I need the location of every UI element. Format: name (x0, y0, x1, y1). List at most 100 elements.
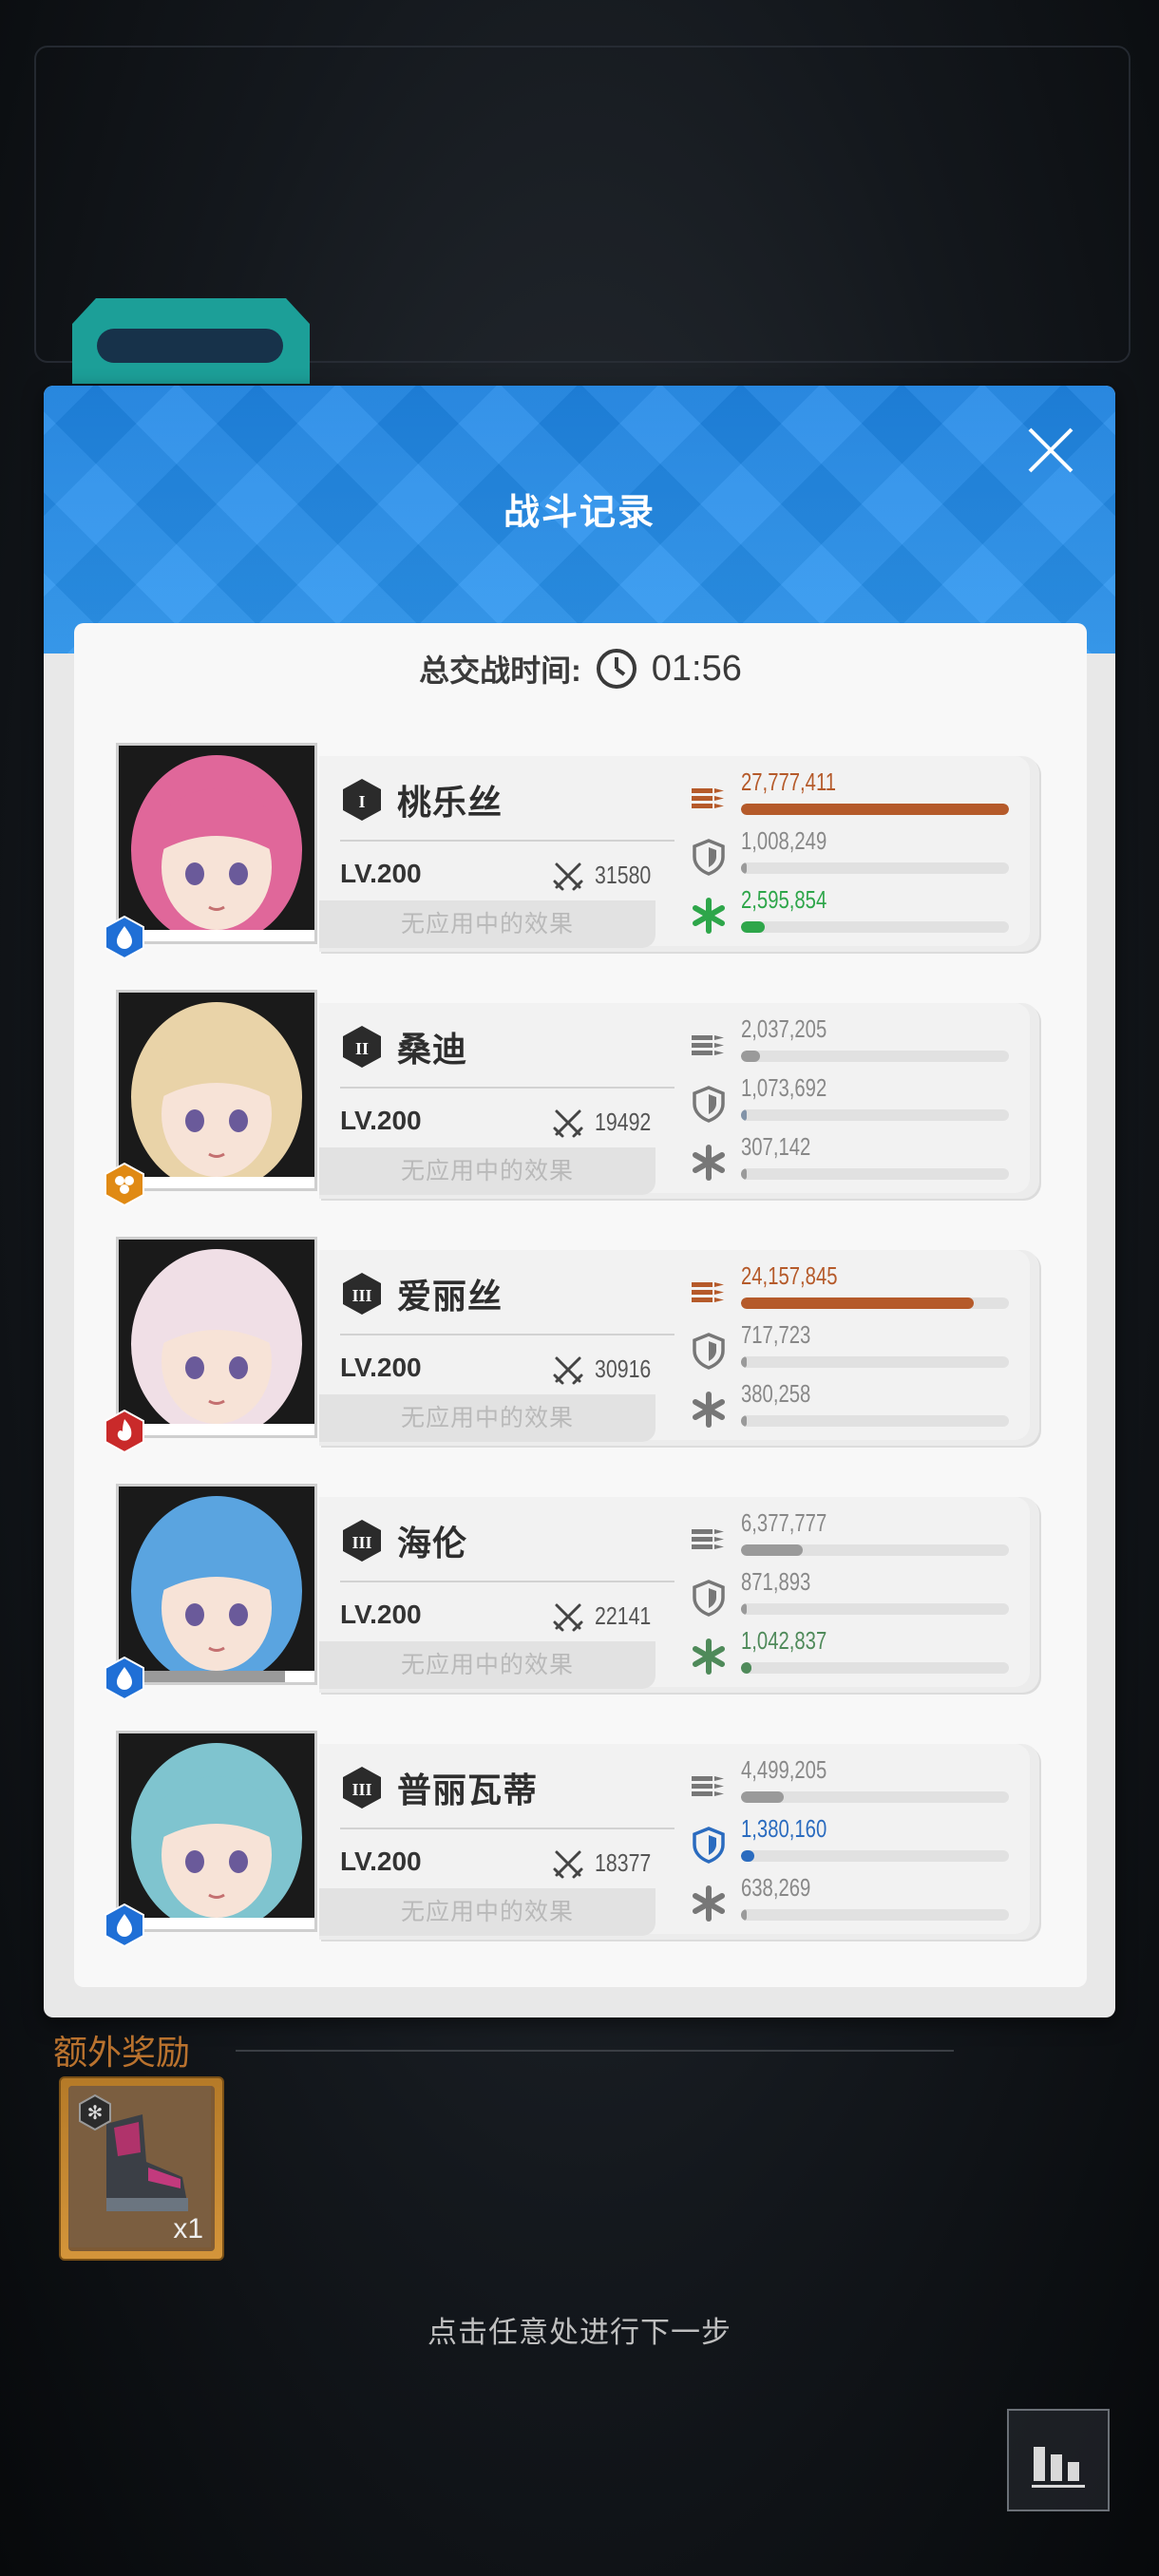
heal-bar (741, 921, 1009, 933)
rank-badge: III (340, 1766, 384, 1809)
effects-status: 无应用中的效果 (319, 1888, 656, 1936)
rank-numeral: II (355, 1039, 369, 1058)
continue-hint[interactable]: 点击任意处进行下一步 (0, 2308, 1159, 2351)
defense-stat: 1,380,160 (690, 1812, 1022, 1871)
shield-icon (690, 1579, 728, 1617)
heal-bar-fill (741, 1168, 747, 1180)
rank-numeral: III (352, 1533, 371, 1552)
damage-bar-fill (741, 1791, 785, 1803)
defense-stat: 1,008,249 (690, 824, 1022, 883)
character-level: LV.200 (340, 859, 422, 888)
bonus-item[interactable]: ✻ x1 (59, 2076, 224, 2261)
crossed-swords-icon (551, 859, 585, 893)
name-divider (340, 1087, 674, 1089)
rank-numeral: I (358, 792, 365, 811)
defense-bar (741, 862, 1009, 874)
defense-bar-fill (741, 1603, 747, 1615)
defense-value: 871,893 (741, 1567, 811, 1596)
bonus-divider (236, 2050, 954, 2052)
character-level: LV.200 (340, 1600, 422, 1629)
name-divider (340, 840, 674, 842)
damage-stat: 6,377,777 (690, 1506, 1022, 1565)
hp-bar (119, 930, 314, 941)
heal-bar (741, 1909, 1009, 1921)
character-level: LV.200 (340, 1106, 422, 1135)
damage-stat: 4,499,205 (690, 1753, 1022, 1812)
bonus-label: 额外奖励 (53, 2033, 191, 2072)
heal-bar-fill (741, 1415, 747, 1427)
defense-bar (741, 1109, 1009, 1121)
defense-stat: 871,893 (690, 1565, 1022, 1624)
character-card: III 普丽瓦蒂 LV.200 18377 无应用中的效果 4,499,205 1,380,… (319, 1744, 1039, 1940)
heal-icon (690, 1885, 728, 1923)
name-group: II 桑迪 (340, 1022, 467, 1071)
damage-stat: 24,157,845 (690, 1260, 1022, 1318)
hp-bar (119, 1918, 314, 1929)
character-row[interactable]: III 普丽瓦蒂 LV.200 18377 无应用中的效果 4,499,205 1,380,… (104, 1731, 1042, 1948)
defense-stat: 717,723 (690, 1318, 1022, 1377)
bonus-item-quantity: x1 (173, 2213, 203, 2245)
combat-power: 22141 (595, 1601, 652, 1630)
character-portrait (116, 1237, 317, 1438)
crossed-swords-icon (551, 1353, 585, 1387)
character-card: I 桃乐丝 LV.200 31580 无应用中的效果 27,777,411 1,008,24… (319, 756, 1039, 952)
defense-bar-fill (741, 1356, 747, 1368)
water-element-icon (103, 1656, 146, 1701)
combat-power: 31580 (595, 861, 652, 889)
shield-icon (690, 1826, 728, 1864)
damage-bar (741, 1051, 1009, 1062)
hp-bar (119, 1424, 314, 1435)
stats-group: 2,037,205 1,073,692 307,142 (690, 1013, 1022, 1189)
heal-value: 380,258 (741, 1379, 811, 1408)
character-row[interactable]: III 爱丽丝 LV.200 30916 无应用中的效果 24,157,845 717,72… (104, 1237, 1042, 1454)
damage-bar-fill (741, 1297, 975, 1309)
rank-badge: I (340, 778, 384, 822)
electric-element-icon (103, 1162, 146, 1207)
ammo-icon (690, 779, 728, 817)
name-group: III 海伦 (340, 1516, 467, 1565)
character-portrait (116, 743, 317, 944)
bar-chart-icon (1032, 2447, 1085, 2488)
character-row[interactable]: I 桃乐丝 LV.200 31580 无应用中的效果 27,777,411 1,008,24… (104, 743, 1042, 960)
character-name: 海伦 (397, 1524, 468, 1563)
shield-icon (690, 838, 728, 876)
shield-icon (690, 1332, 728, 1370)
stats-group: 4,499,205 1,380,160 638,269 (690, 1753, 1022, 1930)
stats-button[interactable] (1007, 2409, 1110, 2511)
heal-stat: 1,042,837 (690, 1624, 1022, 1683)
dialog-title: 战斗记录 (503, 493, 656, 533)
character-name: 爱丽丝 (397, 1277, 504, 1316)
heal-stat: 307,142 (690, 1130, 1022, 1189)
heal-stat: 2,595,854 (690, 883, 1022, 942)
rank-numeral: III (352, 1780, 371, 1799)
name-divider (340, 1581, 674, 1582)
heal-icon (690, 897, 728, 935)
close-button[interactable] (1024, 424, 1077, 477)
crossed-swords-icon (551, 1600, 585, 1634)
name-group: III 普丽瓦蒂 (340, 1763, 538, 1812)
hp-bar (119, 1177, 314, 1188)
character-card: II 桑迪 LV.200 19492 无应用中的效果 2,037,205 1,073,692… (319, 1003, 1039, 1199)
damage-stat: 27,777,411 (690, 766, 1022, 824)
character-name: 桃乐丝 (397, 783, 504, 822)
effects-status: 无应用中的效果 (319, 1147, 656, 1195)
combat-power: 18377 (595, 1848, 652, 1877)
character-level: LV.200 (340, 1353, 422, 1382)
ammo-icon (690, 1273, 728, 1311)
dialog-header: 战斗记录 (44, 386, 1115, 653)
rank-badge: III (340, 1272, 384, 1316)
heal-stat: 380,258 (690, 1377, 1022, 1436)
heal-bar (741, 1415, 1009, 1427)
character-row[interactable]: II 桑迪 LV.200 19492 无应用中的效果 2,037,205 1,073,692… (104, 990, 1042, 1207)
battle-record-dialog: 战斗记录 总交战时间: 01:56 I 桃乐丝 LV.200 31580 无应用中的效果… (44, 386, 1115, 2017)
defense-value: 1,073,692 (741, 1073, 827, 1102)
character-row[interactable]: III 海伦 LV.200 22141 无应用中的效果 6,377,777 871,893 1… (104, 1484, 1042, 1701)
crossed-swords-icon (551, 1106, 585, 1140)
damage-stat: 2,037,205 (690, 1013, 1022, 1071)
damage-bar (741, 1297, 1009, 1309)
heal-value: 638,269 (741, 1873, 811, 1902)
heal-stat: 638,269 (690, 1871, 1022, 1930)
damage-bar-fill (741, 1544, 803, 1556)
heal-bar (741, 1662, 1009, 1674)
character-portrait (116, 1484, 317, 1685)
